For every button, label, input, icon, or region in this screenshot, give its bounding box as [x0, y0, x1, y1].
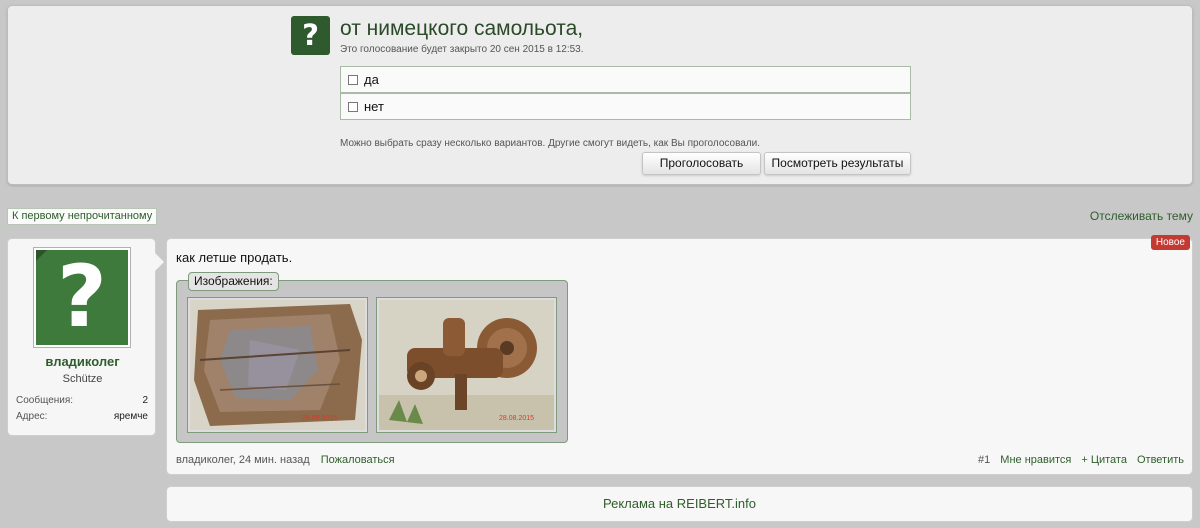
photo-mechanism-image: 28.08.2015	[379, 300, 554, 430]
watch-thread-link[interactable]: Отслеживать тему	[1090, 209, 1193, 223]
stat-value[interactable]: 2	[142, 395, 148, 406]
reply-link[interactable]: Ответить	[1137, 454, 1184, 466]
poll-option-label: нет	[364, 99, 384, 114]
username[interactable]: владиколег	[8, 354, 157, 369]
post-author-time[interactable]: владиколег, 24 мин. назад	[176, 454, 310, 466]
first-unread-link[interactable]: К первому непрочитанному	[7, 208, 158, 225]
attachments-label: Изображения:	[188, 272, 279, 291]
poll-block: ? от нимецкого самольота, Это голосовани…	[7, 5, 1193, 185]
stat-value[interactable]: яремче	[114, 411, 148, 422]
post-number[interactable]: #1	[978, 454, 990, 466]
attachments-block: Изображения: 28.08.2015 28.08.2015	[176, 272, 568, 443]
quote-link[interactable]: + Цитата	[1081, 454, 1127, 466]
checkbox-no[interactable]	[348, 101, 358, 112]
poll-option-yes[interactable]: да	[340, 66, 911, 93]
attachment-thumbnail[interactable]: 28.08.2015	[376, 297, 557, 433]
like-link[interactable]: Мне нравится	[1000, 454, 1071, 466]
post-meta: владиколег, 24 мин. назад Пожаловаться	[176, 454, 395, 466]
vote-button[interactable]: Проголосовать	[642, 152, 761, 175]
poll-option-no[interactable]: нет	[340, 93, 911, 120]
new-badge: Новое	[1150, 235, 1190, 250]
poll-question-icon: ?	[291, 16, 330, 55]
photo-document-image: 28.08.2015	[190, 300, 365, 430]
thumb-date: 28.08.2015	[302, 415, 337, 422]
stat-label: Сообщения:	[16, 395, 74, 406]
post-text: как летше продать.	[176, 250, 293, 265]
poll-option-label: да	[364, 72, 379, 87]
mechanism-photo-svg: 28.08.2015	[379, 300, 554, 430]
view-results-button[interactable]: Посмотреть результаты	[764, 152, 911, 175]
stat-label: Адрес:	[16, 411, 48, 422]
post-actions: #1 Мне нравится + Цитата Ответить	[978, 454, 1184, 466]
poll-question: от нимецкого самольота,	[340, 17, 584, 40]
question-mark-icon: ?	[57, 250, 107, 345]
document-photo-svg: 28.08.2015	[190, 300, 365, 430]
user-stat-location: Адрес: яремче	[16, 411, 148, 422]
user-info-panel: ? владиколег Schütze Сообщения: 2 Адрес:…	[7, 238, 164, 436]
checkbox-yes[interactable]	[348, 74, 358, 85]
ad-banner[interactable]: Реклама на REIBERT.info	[166, 486, 1193, 522]
poll-close-notice: Это голосование будет закрыто 20 сен 201…	[340, 44, 584, 55]
user-stat-messages: Сообщения: 2	[16, 395, 148, 406]
poll-note: Можно выбрать сразу несколько вариантов.…	[340, 138, 761, 149]
avatar[interactable]: ?	[33, 247, 131, 348]
poll-options: да нет	[340, 66, 911, 120]
user-info-arrow	[155, 253, 164, 271]
avatar-corner	[36, 250, 47, 261]
thumb-date: 28.08.2015	[499, 415, 534, 422]
post-message: Новое как летше продать. Изображения: 28…	[166, 235, 1193, 475]
report-link[interactable]: Пожаловаться	[321, 454, 395, 466]
avatar-image: ?	[36, 250, 128, 345]
user-title: Schütze	[62, 373, 103, 385]
attachment-thumbnail[interactable]: 28.08.2015	[187, 297, 368, 433]
